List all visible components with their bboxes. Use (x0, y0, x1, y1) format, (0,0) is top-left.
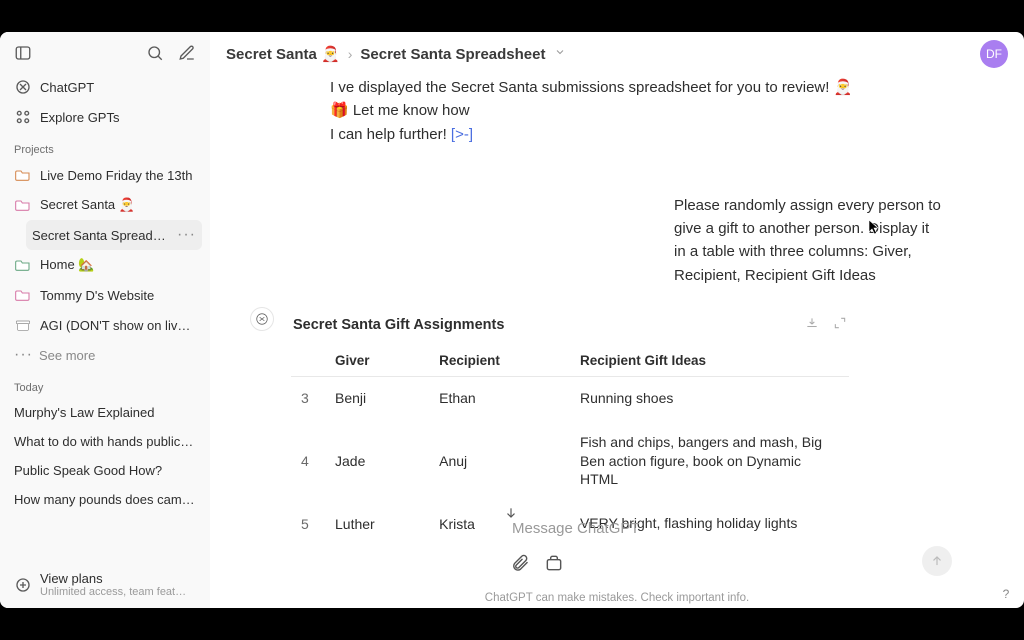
project-label: Tommy D's Website (40, 288, 196, 303)
sidebar: ChatGPT Explore GPTs Projects Live Demo … (0, 32, 210, 608)
footer-disclaimer: ChatGPT can make mistakes. Check importa… (210, 592, 1024, 604)
chevron-down-icon[interactable] (554, 45, 566, 63)
chat-history-item[interactable]: Murphy's Law Explained (8, 398, 202, 427)
sparkle-icon (14, 576, 32, 594)
sidebar-item-label: ChatGPT (40, 80, 196, 95)
col-giver[interactable]: Giver (325, 345, 429, 377)
app-window: ChatGPT Explore GPTs Projects Live Demo … (0, 32, 1024, 608)
explore-grid-icon (14, 108, 32, 126)
folder-icon (14, 196, 32, 214)
chatgpt-logo-icon (250, 307, 274, 331)
table-row[interactable]: 4 Jade Anuj Fish and chips, bangers and … (291, 420, 849, 502)
send-button[interactable] (922, 546, 952, 576)
collapse-sidebar-icon[interactable] (14, 44, 32, 62)
chatgpt-logo-icon (14, 78, 32, 96)
breadcrumb-page[interactable]: Secret Santa Spreadsheet (360, 46, 545, 63)
subpage-label: Secret Santa Spreadshee (32, 228, 169, 243)
section-label-projects: Projects (8, 132, 202, 160)
avatar[interactable]: DF (980, 40, 1008, 68)
breadcrumb-project[interactable]: Secret Santa 🎅 (226, 45, 340, 63)
table-header-row: Giver Recipient Recipient Gift Ideas (291, 345, 849, 377)
folder-icon (14, 256, 32, 274)
sidebar-subpage-active[interactable]: Secret Santa Spreadshee ··· (26, 220, 202, 250)
attach-icon[interactable] (510, 553, 530, 578)
sidebar-project[interactable]: AGI (DON'T show on live… (8, 310, 202, 340)
sidebar-top-icons (8, 40, 202, 72)
col-recipient[interactable]: Recipient (429, 345, 570, 377)
help-button[interactable]: ? (998, 586, 1014, 602)
folder-icon (14, 286, 32, 304)
ellipsis-icon: ··· (14, 346, 33, 364)
chat-history-item[interactable]: How many pounds does camera (8, 485, 202, 514)
see-more-label: See more (39, 348, 95, 363)
inline-link[interactable]: [>-] (451, 126, 473, 143)
message-input[interactable]: Message ChatGPT (510, 516, 952, 547)
col-ideas[interactable]: Recipient Gift Ideas (570, 345, 849, 377)
sidebar-item-explore[interactable]: Explore GPTs (8, 102, 202, 132)
breadcrumb-separator: › (348, 46, 353, 62)
compose-icon[interactable] (178, 44, 196, 62)
sidebar-item-chatgpt[interactable]: ChatGPT (8, 72, 202, 102)
download-icon[interactable] (805, 316, 819, 335)
sidebar-project[interactable]: Tommy D's Website (8, 280, 202, 310)
view-plans-button[interactable]: View plans Unlimited access, team featur… (8, 562, 202, 608)
header: Secret Santa 🎅 › Secret Santa Spreadshee… (210, 32, 1024, 76)
data-table: Secret Santa Gift Assignments Giver Reci… (290, 311, 850, 547)
sidebar-project[interactable]: Live Demo Friday the 13th (8, 160, 202, 190)
search-icon[interactable] (146, 44, 164, 62)
project-label: Home 🏡 (40, 257, 196, 273)
composer: Message ChatGPT (510, 516, 952, 578)
expand-icon[interactable] (833, 316, 847, 335)
chat-history-item[interactable]: What to do with hands public sp (8, 427, 202, 456)
more-icon[interactable]: ··· (177, 226, 196, 244)
plans-title: View plans (40, 571, 190, 586)
project-label: AGI (DON'T show on live… (40, 318, 196, 333)
plans-subtitle: Unlimited access, team feature (40, 586, 190, 598)
sidebar-project[interactable]: Secret Santa 🎅 (8, 190, 202, 220)
table-row[interactable]: 3 Benji Ethan Running shoes (291, 376, 849, 420)
archive-icon (14, 316, 32, 334)
sidebar-project[interactable]: Home 🏡 (8, 250, 202, 280)
sidebar-item-label: Explore GPTs (40, 110, 196, 125)
tools-icon[interactable] (544, 553, 564, 578)
assistant-message: Secret Santa Gift Assignments Giver Reci… (250, 311, 944, 547)
project-label: Secret Santa 🎅 (40, 197, 196, 213)
user-message: Please randomly assign every person to g… (514, 194, 944, 287)
main-area: Secret Santa 🎅 › Secret Santa Spreadshee… (210, 32, 1024, 608)
table-title: Secret Santa Gift Assignments (293, 317, 504, 333)
assistant-message: I ve displayed the Secret Santa submissi… (250, 76, 870, 146)
folder-icon (14, 166, 32, 184)
project-label: Live Demo Friday the 13th (40, 168, 196, 183)
see-more-button[interactable]: ··· See more (8, 340, 202, 370)
chat-history-item[interactable]: Public Speak Good How? (8, 456, 202, 485)
section-label-today: Today (8, 370, 202, 398)
